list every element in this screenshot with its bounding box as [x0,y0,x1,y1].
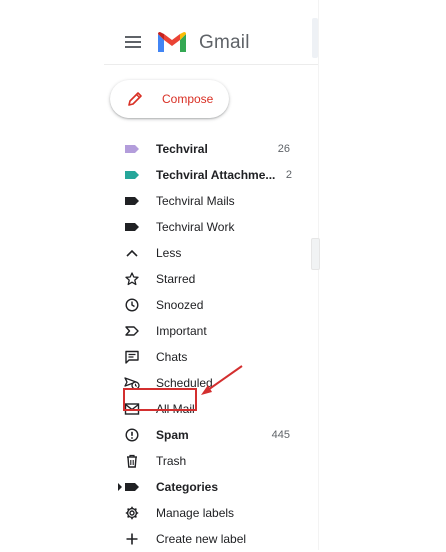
annotation-arrow [201,365,243,395]
